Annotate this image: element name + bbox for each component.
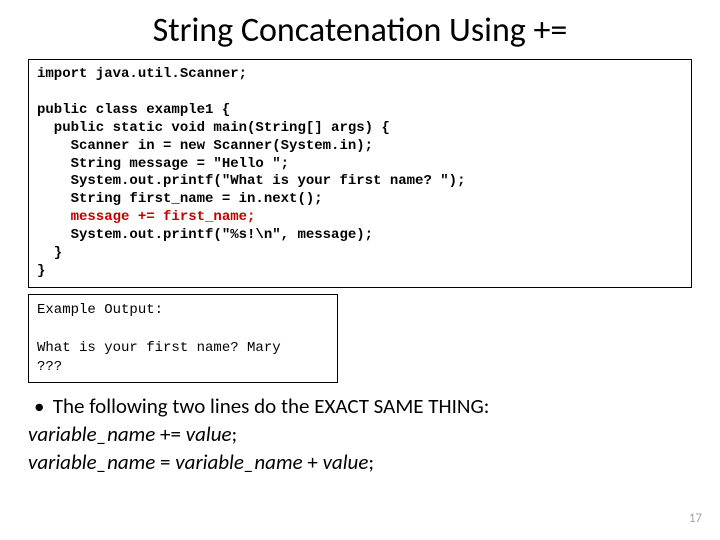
code-line: System.out.printf("%s!\n", message);: [37, 227, 373, 243]
bullet-dot: •: [28, 393, 48, 419]
code-line: public static void main(String[] args) {: [37, 120, 390, 136]
bullet-line: • The following two lines do the EXACT S…: [28, 393, 692, 419]
semicolon: ;: [368, 449, 374, 475]
op: +=: [155, 421, 185, 447]
code-line: System.out.printf("What is your first na…: [37, 173, 465, 189]
op: +: [303, 449, 323, 475]
equiv-line-2: variable_name = variable_name + value;: [28, 449, 692, 475]
code-line-highlight: message += first_name;: [37, 209, 255, 225]
var-name: variable_name: [28, 449, 155, 475]
code-line: public class example1 {: [37, 102, 230, 118]
slide-title: String Concatenation Using +=: [28, 10, 692, 51]
var-name: variable_name: [175, 449, 302, 475]
semicolon: ;: [232, 421, 238, 447]
code-line: Scanner in = new Scanner(System.in);: [37, 138, 373, 154]
output-label: Example Output:: [37, 302, 163, 318]
bullet-text: The following two lines do the EXACT SAM…: [53, 393, 490, 419]
equiv-line-1: variable_name += value;: [28, 421, 692, 447]
value: value: [323, 449, 369, 475]
code-line: String first_name = in.next();: [37, 191, 323, 207]
page-number: 17: [689, 511, 702, 526]
slide: String Concatenation Using += import jav…: [0, 0, 720, 540]
op: =: [155, 449, 175, 475]
code-line: import java.util.Scanner;: [37, 66, 247, 82]
code-line: }: [37, 245, 62, 261]
output-line: ???: [37, 359, 62, 375]
output-block: Example Output: What is your first name?…: [28, 294, 338, 384]
output-line: What is your first name? Mary: [37, 340, 281, 356]
code-line: }: [37, 263, 45, 279]
var-name: variable_name: [28, 421, 155, 447]
code-block: import java.util.Scanner; public class e…: [28, 59, 692, 288]
code-line: String message = "Hello ";: [37, 156, 289, 172]
value: value: [186, 421, 232, 447]
